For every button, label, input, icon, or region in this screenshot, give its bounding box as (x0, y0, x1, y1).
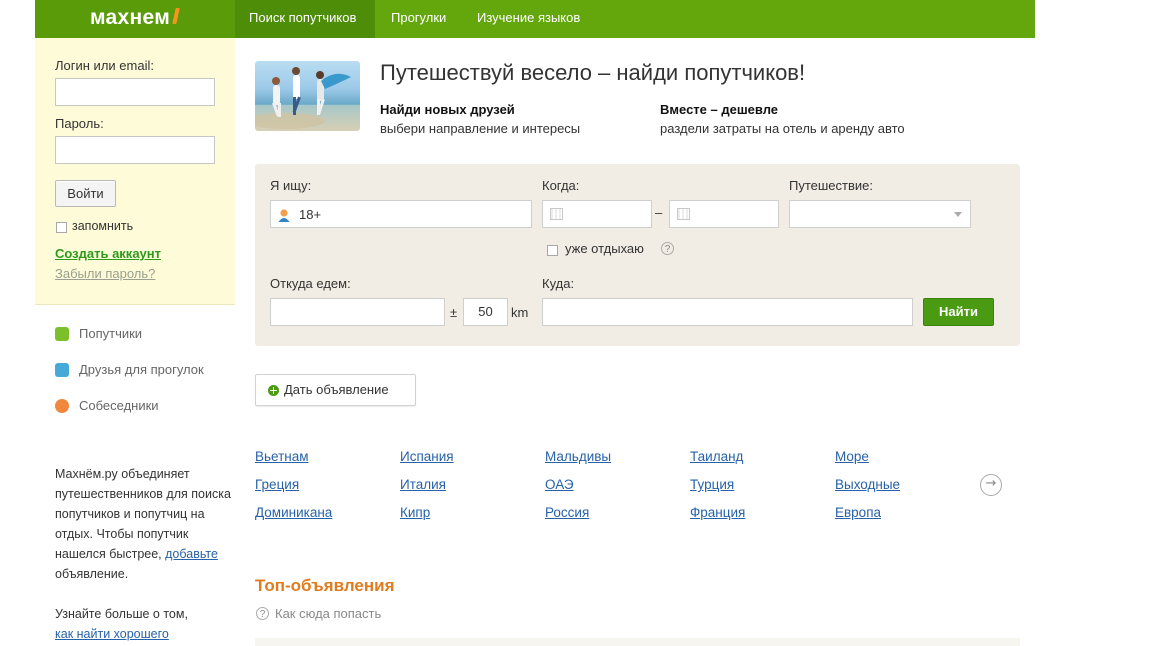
destination-link[interactable]: Европа (835, 505, 881, 520)
when-label: Когда: (542, 178, 580, 193)
date-from-input[interactable] (542, 200, 652, 228)
main-content: Путешествуй весело – найди попутчиков! Н… (255, 38, 1020, 646)
from-input[interactable] (270, 298, 445, 326)
travel-label: Путешествие: (789, 178, 874, 193)
calendar-icon (550, 208, 563, 220)
create-account-link[interactable]: Создать аккаунт (55, 246, 161, 261)
radius-unit: km (511, 305, 529, 320)
arrow-right-icon[interactable]: → (980, 474, 1002, 496)
looking-value: 18+ (299, 207, 322, 222)
help-icon: ? (256, 607, 269, 620)
looking-label: Я ищу: (270, 178, 312, 193)
feature-text-cheaper: раздели затраты на отель и аренду авто (660, 121, 905, 136)
sidebar-item-label: Друзья для прогулок (79, 362, 204, 377)
add-ad-button[interactable]: Дать объявление (255, 374, 416, 406)
find-button[interactable]: Найти (923, 298, 994, 326)
top-ads-help-label: Как сюда попасть (275, 606, 382, 621)
destination-link[interactable]: Италия (400, 477, 446, 492)
about-line-3: Узнайте больше о том, (55, 607, 188, 621)
beach-people-image (255, 67, 351, 129)
tab-language-learning[interactable]: Изучение языков (463, 0, 599, 38)
login-button[interactable]: Войти (55, 180, 116, 207)
date-separator: – (655, 205, 663, 220)
destination-link[interactable]: Россия (545, 505, 589, 520)
already-resting-label: уже отдыхаю (565, 241, 644, 256)
chat-icon (55, 399, 69, 413)
from-label: Откуда едем: (270, 276, 351, 291)
logo-exclamation-icon (172, 8, 180, 24)
chevron-down-icon (954, 212, 962, 217)
password-input[interactable] (55, 136, 215, 164)
add-ad-inline-link[interactable]: добавьте (165, 547, 218, 561)
destination-link[interactable]: Вьетнам (255, 449, 309, 464)
tab-walks[interactable]: Прогулки (377, 0, 463, 38)
ads-list-top-edge (255, 638, 1020, 646)
hero-title: Путешествуй весело – найди попутчиков! (380, 60, 806, 85)
destination-link[interactable]: Франция (690, 505, 745, 520)
feature-text-friends: выбери направление и интересы (380, 121, 581, 136)
forgot-password-link[interactable]: Забыли пароль? (55, 266, 155, 281)
destination-link[interactable]: Море (835, 449, 869, 464)
page-container: махнем Поиск попутчиков Прогулки Изучени… (35, 0, 1035, 646)
destination-link[interactable]: Таиланд (690, 449, 743, 464)
about-line-2: объявление. (55, 567, 129, 581)
how-to-find-link[interactable]: как найти хорошего (55, 627, 169, 641)
destination-link[interactable]: Турция (690, 477, 734, 492)
remember-label: запомнить (72, 219, 134, 233)
looking-for-input[interactable]: 18+ (270, 200, 532, 228)
sidebar: Логин или email: Пароль: Войти запомнить… (35, 38, 235, 646)
date-to-input[interactable] (669, 200, 779, 228)
remember-checkbox[interactable] (56, 222, 67, 233)
logo[interactable]: махнем (35, 0, 235, 38)
feature-heading-friends: Найди новых друзей (380, 102, 515, 117)
person-icon (278, 209, 290, 222)
logo-text: махнем (90, 6, 171, 29)
sidebar-item-label: Попутчики (79, 326, 143, 341)
login-label: Логин или email: (55, 58, 154, 73)
feature-heading-cheaper: Вместе – дешевле (660, 102, 779, 117)
top-ads-title: Топ-объявления (255, 576, 395, 595)
help-icon[interactable]: ? (661, 242, 674, 255)
destination-link[interactable]: Греция (255, 477, 299, 492)
add-ad-label: Дать объявление (284, 382, 389, 397)
radius-input[interactable]: 50 (463, 298, 508, 326)
destination-link[interactable]: ОАЭ (545, 477, 574, 492)
walk-icon (55, 363, 69, 377)
page-gutter (0, 0, 35, 646)
travel-type-select[interactable] (789, 200, 971, 228)
about-text: Махнём.ру объединяет путешественников дл… (55, 464, 233, 644)
top-nav: махнем Поиск попутчиков Прогулки Изучени… (35, 0, 1035, 38)
to-label: Куда: (542, 276, 575, 291)
password-label: Пароль: (55, 116, 104, 131)
suitcase-icon (55, 327, 69, 341)
calendar-icon (677, 208, 690, 220)
destination-link[interactable]: Мальдивы (545, 449, 611, 464)
already-resting-checkbox[interactable] (547, 245, 558, 256)
search-panel: Я ищу: 18+ Когда: – Путешествие: уже отд… (255, 164, 1020, 346)
plus-circle-icon (268, 385, 279, 396)
tab-companion-search[interactable]: Поиск попутчиков (235, 0, 375, 38)
login-input[interactable] (55, 78, 215, 106)
destination-link[interactable]: Испания (400, 449, 454, 464)
to-input[interactable] (542, 298, 913, 326)
login-form: Логин или email: Пароль: Войти запомнить… (35, 38, 235, 305)
destination-link[interactable]: Кипр (400, 505, 430, 520)
sidebar-item-label: Собеседники (79, 398, 159, 413)
radius-prefix: ± (450, 305, 458, 320)
destination-link[interactable]: Доминикана (255, 505, 332, 520)
destination-link[interactable]: Выходные (835, 477, 900, 492)
hero-photo (255, 61, 360, 131)
